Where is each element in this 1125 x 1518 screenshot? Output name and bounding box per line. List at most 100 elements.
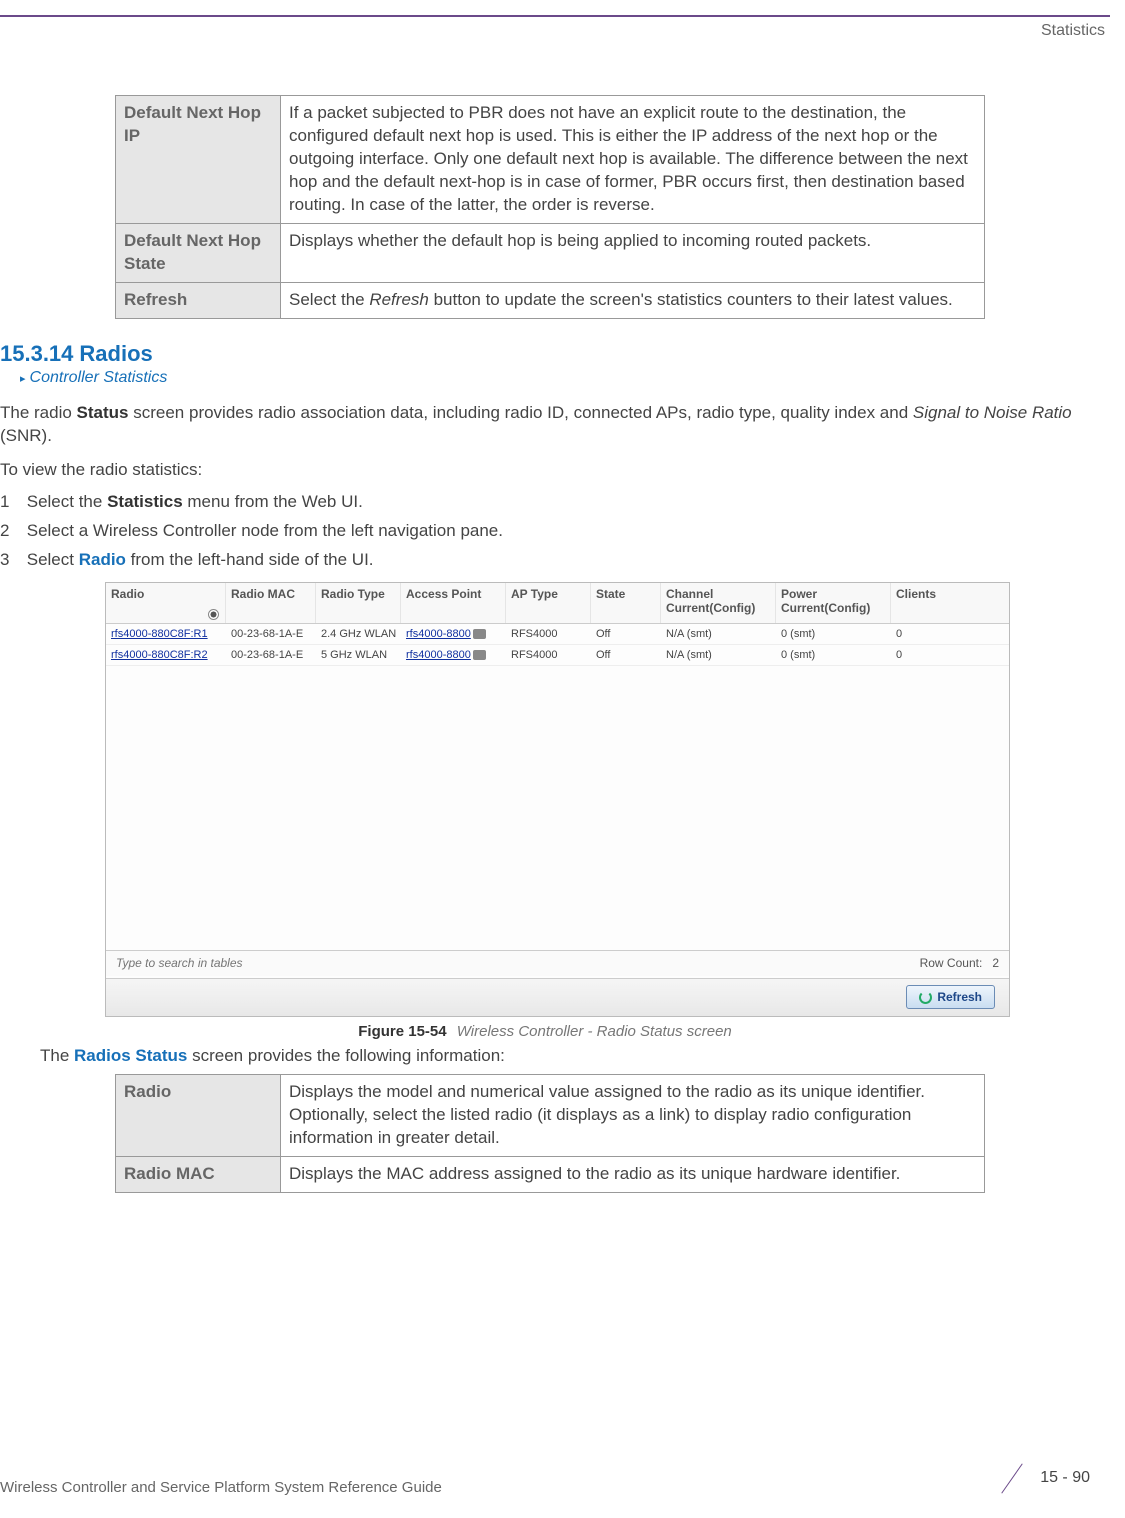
row-count-label: Row Count: [920, 956, 983, 970]
grid-footer-bar: Row Count: 2 [106, 950, 1009, 976]
def-value: Select the Refresh button to update the … [281, 282, 985, 318]
cell-clients: 0 [891, 624, 951, 644]
intro-paragraph: The radio Status screen provides radio a… [0, 401, 1090, 449]
text: Select the [289, 290, 369, 309]
footer-guide-title: Wireless Controller and Service Platform… [0, 1479, 442, 1496]
ap-link[interactable]: rfs4000-8800 [406, 649, 471, 661]
cell-mac: 00-23-68-1A-E [226, 624, 316, 644]
col-header-type[interactable]: Radio Type [316, 583, 401, 623]
def-value: Displays the MAC address assigned to the… [281, 1156, 985, 1192]
def-key: Radio MAC [116, 1156, 281, 1192]
radio-link[interactable]: rfs4000-880C8F:R2 [111, 649, 208, 661]
table-row: Default Next Hop State Displays whether … [116, 223, 985, 282]
table-row: Default Next Hop IP If a packet subjecte… [116, 96, 985, 224]
def-key: Default Next Hop IP [116, 96, 281, 224]
col-header-ap[interactable]: Access Point [401, 583, 506, 623]
refresh-icon [919, 991, 932, 1004]
step-number: 2 [0, 521, 22, 541]
definition-table-2: Radio Displays the model and numerical v… [115, 1074, 985, 1193]
cell-power: 0 (smt) [776, 645, 891, 665]
search-input[interactable] [116, 956, 316, 970]
cell-mac: 00-23-68-1A-E [226, 645, 316, 665]
ap-link[interactable]: rfs4000-8800 [406, 628, 471, 640]
text: (SNR). [0, 426, 52, 445]
text: The radio [0, 403, 77, 422]
table-row: Radio Displays the model and numerical v… [116, 1074, 985, 1156]
refresh-label: Refresh [937, 990, 982, 1004]
col-label: Radio [111, 587, 144, 601]
steps-list: 1 Select the Statistics menu from the We… [0, 492, 1090, 570]
footer-divider-icon [994, 1460, 1030, 1496]
def-key: Refresh [116, 282, 281, 318]
cell-type: 2.4 GHz WLAN [316, 624, 401, 644]
cell-clients: 0 [891, 645, 951, 665]
radio-selected-icon [208, 609, 219, 620]
table-row: Radio MAC Displays the MAC address assig… [116, 1156, 985, 1192]
table-row[interactable]: rfs4000-880C8F:R2 00-23-68-1A-E 5 GHz WL… [106, 645, 1009, 666]
refresh-button[interactable]: Refresh [906, 985, 995, 1009]
text-bold: Statistics [107, 492, 183, 511]
col-header-mac[interactable]: Radio MAC [226, 583, 316, 623]
device-icon [473, 629, 486, 639]
step-number: 1 [0, 492, 22, 512]
cell-power: 0 (smt) [776, 624, 891, 644]
section-heading: 15.3.14Radios [0, 341, 1090, 367]
cell-channel: N/A (smt) [661, 624, 776, 644]
radio-link[interactable]: rfs4000-880C8F:R1 [111, 628, 208, 640]
text: Select a Wireless Controller node from t… [27, 521, 503, 540]
row-count-value: 2 [992, 956, 999, 970]
def-key: Default Next Hop State [116, 223, 281, 282]
figure-text: Wireless Controller - Radio Status scree… [457, 1023, 732, 1040]
text: Select [27, 550, 79, 569]
step-number: 3 [0, 550, 22, 570]
text: screen provides radio association data, … [129, 403, 913, 422]
text: Select the [27, 492, 107, 511]
col-header-channel[interactable]: Channel Current(Config) [661, 583, 776, 623]
def-value: Displays whether the default hop is bein… [281, 223, 985, 282]
breadcrumb[interactable]: Controller Statistics [20, 369, 1090, 387]
page-number: 15 - 90 [1040, 1469, 1090, 1487]
text: The [40, 1046, 74, 1065]
def-key: Radio [116, 1074, 281, 1156]
def-value: Displays the model and numerical value a… [281, 1074, 985, 1156]
grid-header-row: Radio Radio MAC Radio Type Access Point … [106, 583, 1009, 624]
cell-aptype: RFS4000 [506, 624, 591, 644]
figure-label: Figure 15-54 [358, 1023, 446, 1040]
text-italic: Refresh [369, 290, 429, 309]
def-value: If a packet subjected to PBR does not ha… [281, 96, 985, 224]
cell-state: Off [591, 624, 661, 644]
definition-table-1: Default Next Hop IP If a packet subjecte… [115, 95, 985, 319]
text-bold: Radios Status [74, 1046, 187, 1065]
col-header-radio[interactable]: Radio [106, 583, 226, 623]
list-item: 3 Select Radio from the left-hand side o… [0, 550, 1090, 570]
after-figure-text: The Radios Status screen provides the fo… [40, 1046, 1090, 1066]
text: menu from the Web UI. [183, 492, 363, 511]
text-bold: Status [77, 403, 129, 422]
col-header-clients[interactable]: Clients [891, 583, 951, 623]
text: screen provides the following informatio… [187, 1046, 505, 1065]
table-row[interactable]: rfs4000-880C8F:R1 00-23-68-1A-E 2.4 GHz … [106, 624, 1009, 645]
list-item: 2 Select a Wireless Controller node from… [0, 521, 1090, 541]
col-header-aptype[interactable]: AP Type [506, 583, 591, 623]
text: from the left-hand side of the UI. [126, 550, 374, 569]
section-name: Radios [79, 341, 152, 366]
header-section-label: Statistics [1041, 22, 1105, 40]
page-footer: Wireless Controller and Service Platform… [0, 1460, 1110, 1496]
section-number: 15.3.14 [0, 341, 73, 366]
text: button to update the screen's statistics… [429, 290, 953, 309]
cell-aptype: RFS4000 [506, 645, 591, 665]
cell-type: 5 GHz WLAN [316, 645, 401, 665]
text-bold: Radio [79, 550, 126, 569]
figure-caption: Figure 15-54 Wireless Controller - Radio… [0, 1023, 1090, 1040]
page-top-rule [0, 15, 1110, 17]
table-row: Refresh Select the Refresh button to upd… [116, 282, 985, 318]
col-header-state[interactable]: State [591, 583, 661, 623]
col-header-power[interactable]: Power Current(Config) [776, 583, 891, 623]
row-count: Row Count: 2 [920, 956, 999, 970]
grid-action-bar: Refresh [106, 978, 1009, 1016]
list-item: 1 Select the Statistics menu from the We… [0, 492, 1090, 512]
radio-status-screenshot: Radio Radio MAC Radio Type Access Point … [105, 582, 1010, 1017]
cell-channel: N/A (smt) [661, 645, 776, 665]
device-icon [473, 650, 486, 660]
lead-text: To view the radio statistics: [0, 458, 1090, 482]
